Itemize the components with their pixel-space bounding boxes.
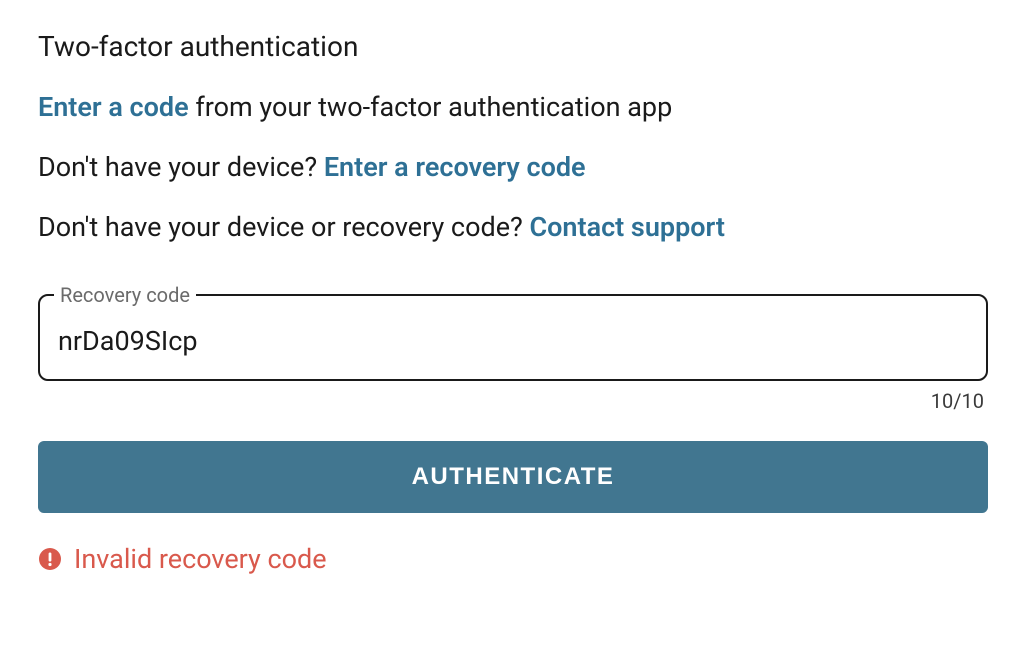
support-prefix: Don't have your device or recovery code? [38, 211, 529, 243]
recovery-code-label: Recovery code [54, 283, 196, 307]
support-line: Don't have your device or recovery code?… [38, 211, 988, 243]
error-row: Invalid recovery code [38, 543, 988, 575]
recovery-code-fieldset: Recovery code [38, 283, 988, 381]
char-count: 10/10 [38, 389, 988, 413]
authenticate-button[interactable]: AUTHENTICATE [38, 441, 988, 513]
error-icon [38, 547, 62, 571]
page-title: Two-factor authentication [38, 30, 988, 63]
enter-code-line: Enter a code from your two-factor authen… [38, 91, 988, 123]
recovery-code-field-wrapper: Recovery code [38, 283, 988, 381]
error-message: Invalid recovery code [74, 543, 327, 575]
enter-code-link[interactable]: Enter a code [38, 91, 189, 123]
contact-support-link[interactable]: Contact support [529, 211, 725, 243]
two-factor-panel: Two-factor authentication Enter a code f… [38, 30, 988, 575]
recovery-line: Don't have your device? Enter a recovery… [38, 151, 988, 183]
recovery-code-input[interactable] [40, 307, 986, 379]
enter-code-rest: from your two-factor authentication app [189, 91, 673, 123]
enter-recovery-code-link[interactable]: Enter a recovery code [324, 151, 586, 183]
recovery-prefix: Don't have your device? [38, 151, 324, 183]
